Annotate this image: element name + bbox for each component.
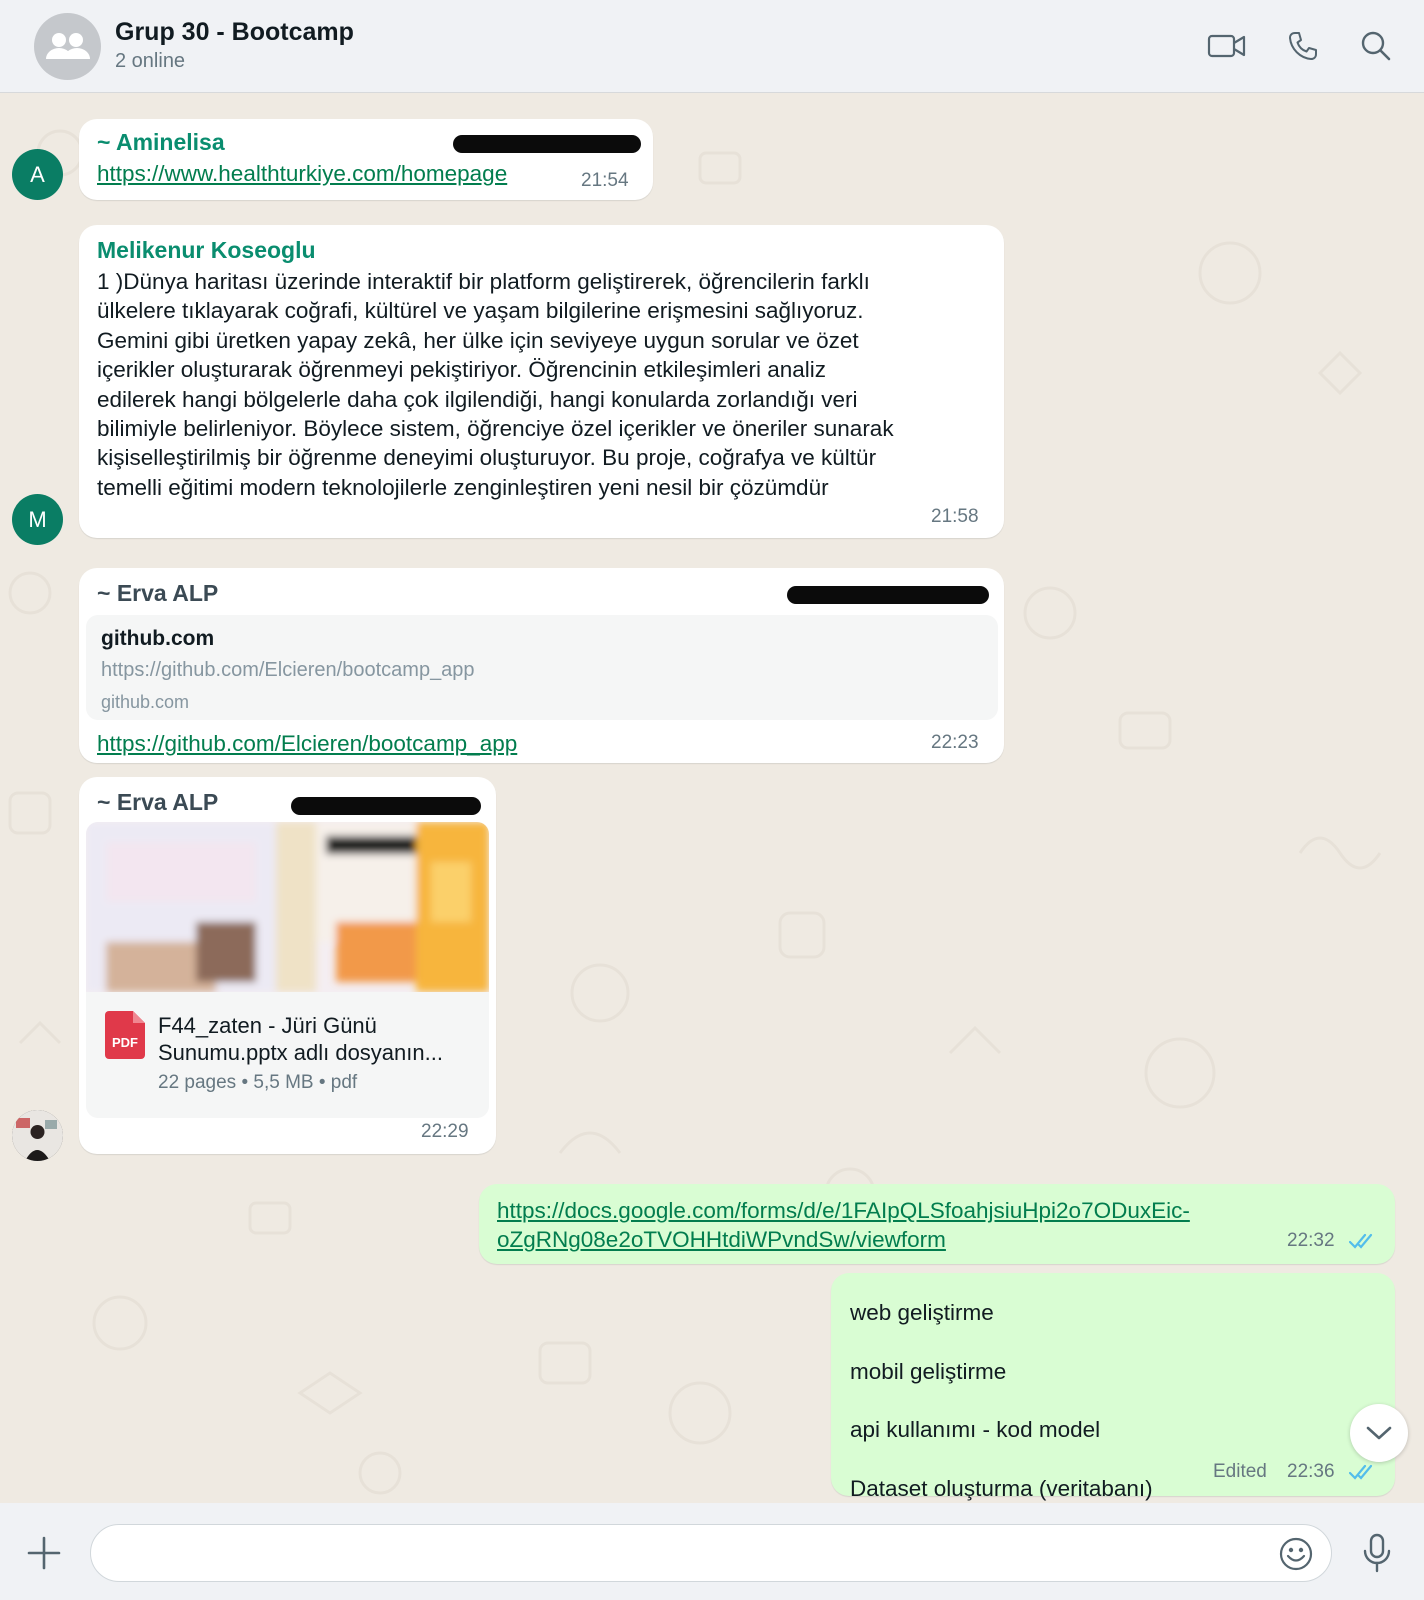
video-call-button[interactable] <box>1207 28 1247 64</box>
search-icon <box>1361 31 1391 61</box>
group-avatar-icon <box>46 33 90 59</box>
message-text[interactable]: 1 )Dünya haritası üzerinde interaktif bi… <box>97 267 894 502</box>
document-thumbnail[interactable] <box>86 822 489 992</box>
read-receipt-icon <box>1349 1233 1373 1249</box>
message-bubble-melikenur[interactable]: Melikenur Koseoglu 1 )Dünya haritası üze… <box>79 225 1004 538</box>
emoji-icon <box>1279 1537 1313 1571</box>
voice-call-button[interactable] <box>1283 28 1323 64</box>
message-bubble-outgoing-list[interactable]: web geliştirme mobil geliştirme api kull… <box>831 1273 1395 1501</box>
message-time: 22:32 <box>1287 1230 1335 1251</box>
chat-subtitle: 2 online <box>115 50 186 72</box>
message-time: 21:58 <box>931 506 979 527</box>
avatar[interactable]: M <box>12 494 63 545</box>
message-time: 21:54 <box>581 170 629 191</box>
redacted-phone <box>291 797 481 815</box>
avatar[interactable] <box>12 1110 63 1161</box>
scroll-to-bottom-button[interactable] <box>1350 1404 1408 1462</box>
message-link[interactable]: https://github.com/Elcieren/bootcamp_app <box>97 729 517 758</box>
avatar[interactable]: A <box>12 149 63 200</box>
message-time: 22:29 <box>421 1121 469 1142</box>
edited-label: Edited <box>1213 1461 1267 1482</box>
document-meta: 22 pages • 5,5 MB • pdf <box>158 1072 358 1093</box>
redacted-phone <box>787 586 989 604</box>
document-name: F44_zaten - Jüri Günü Sunumu.pptx adlı d… <box>158 1013 443 1065</box>
message-list[interactable]: ~ Aminelisa https://www.healthturkiye.co… <box>0 93 1424 1503</box>
message-bubble-aminelisa[interactable]: ~ Aminelisa https://www.healthturkiye.co… <box>79 119 653 200</box>
message-link[interactable]: https://www.healthturkiye.com/homepage <box>97 159 507 188</box>
pdf-file-icon: PDF <box>105 1011 145 1059</box>
sender-name[interactable]: ~ Aminelisa <box>97 129 225 156</box>
chat-header: Grup 30 - Bootcamp 2 online <box>0 0 1424 93</box>
message-time: 22:23 <box>931 732 979 753</box>
emoji-button[interactable] <box>1276 1534 1316 1574</box>
link-preview[interactable]: github.com https://github.com/Elcieren/b… <box>86 615 998 720</box>
plus-icon <box>27 1536 61 1570</box>
preview-title: github.com <box>101 627 215 650</box>
attach-button[interactable] <box>24 1533 64 1573</box>
sender-name[interactable]: ~ Erva ALP <box>97 789 218 816</box>
redacted-phone <box>453 135 641 153</box>
message-input[interactable] <box>90 1524 1332 1582</box>
chevron-down-icon <box>1366 1426 1392 1440</box>
group-avatar[interactable] <box>34 13 101 80</box>
composer-bar <box>0 1503 1424 1600</box>
voice-call-icon <box>1289 32 1317 60</box>
preview-domain: github.com <box>101 692 190 712</box>
microphone-icon <box>1363 1533 1391 1573</box>
read-receipt-icon <box>1349 1464 1373 1480</box>
search-button[interactable] <box>1356 28 1396 64</box>
video-call-icon <box>1207 34 1246 58</box>
document-attachment[interactable]: PDF F44_zaten - Jüri Günü Sunumu.pptx ad… <box>86 992 489 1118</box>
voice-message-button[interactable] <box>1357 1531 1397 1575</box>
profile-photo <box>12 1110 63 1161</box>
message-link[interactable]: https://docs.google.com/forms/d/e/1FAIpQ… <box>497 1196 1190 1255</box>
chat-title[interactable]: Grup 30 - Bootcamp <box>115 18 354 47</box>
message-bubble-outgoing-link[interactable]: https://docs.google.com/forms/d/e/1FAIpQ… <box>479 1184 1395 1264</box>
preview-url: https://github.com/Elcieren/bootcamp_app <box>101 659 475 681</box>
sender-name[interactable]: Melikenur Koseoglu <box>97 237 316 264</box>
svg-text:PDF: PDF <box>112 1035 138 1050</box>
sender-name[interactable]: ~ Erva ALP <box>97 580 218 607</box>
message-text[interactable]: web geliştirme mobil geliştirme api kull… <box>850 1284 1153 1503</box>
message-time: 22:36 <box>1287 1461 1335 1482</box>
